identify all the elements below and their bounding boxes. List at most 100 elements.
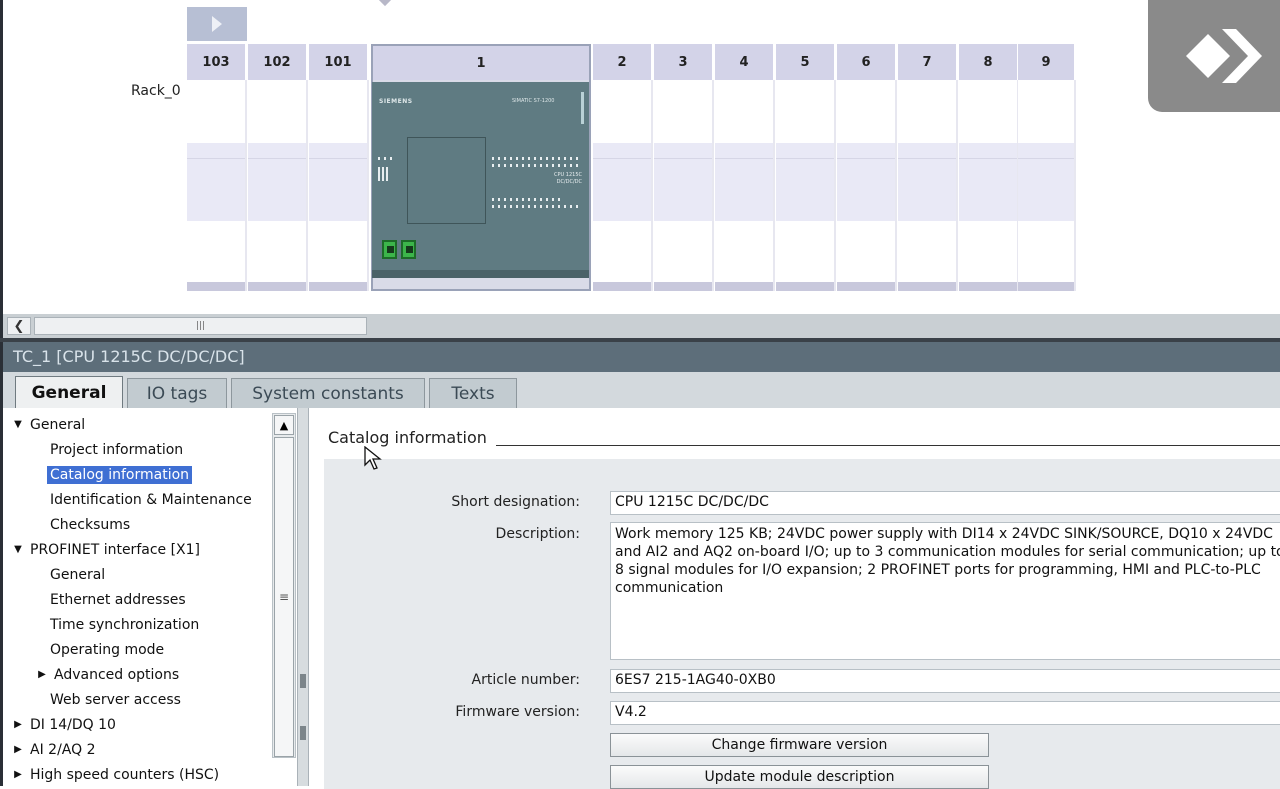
diamond-arrow-logo-icon [1185,29,1262,83]
slot-divider [1018,158,1074,159]
collapsed-triangle-icon[interactable]: ▶ [9,769,27,780]
short-designation-field[interactable]: CPU 1215C DC/DC/DC [610,491,1280,515]
tree-item-general[interactable]: ▼ General [9,412,88,437]
tree-item-label: Checksums [50,516,131,533]
tree-item-operating-mode[interactable]: Operating mode [33,637,167,662]
slot-band [187,143,245,221]
tree-item-time-synchronization[interactable]: Time synchronization [33,612,202,637]
splitter-knob-left-icon[interactable] [300,674,306,688]
rack-slot-102[interactable] [248,80,308,291]
chevron-left-icon: ❮ [13,318,25,334]
rack-slot-8[interactable] [959,80,1019,291]
slot-header-4: 4 [715,44,775,80]
tree-item-project-information[interactable]: Project information [33,437,186,462]
rack-slot-9[interactable] [1018,80,1076,291]
play-arrow-icon [212,16,222,32]
rack-slot-2[interactable] [593,80,653,291]
tree-scroll-thumb[interactable]: ≡ [274,437,294,757]
cpu-door [407,137,486,224]
hscroll-thumb[interactable]: ||| [34,317,367,335]
tree-item-ai-2-aq-2[interactable]: ▶ AI 2/AQ 2 [9,737,99,762]
expand-rack-button[interactable] [187,7,247,41]
splitter-knob-right-icon[interactable] [300,726,306,740]
rack-slot-103[interactable] [187,80,247,291]
collapsed-triangle-icon[interactable]: ▶ [9,719,27,730]
device-view[interactable]: Rack_0 103 102 101 2 3 4 5 6 7 8 9 1 SIEMENS SIMAT… [0,0,1280,314]
collapsed-triangle-icon[interactable]: ▶ [33,669,51,680]
slot-divider [715,158,773,159]
rack-slot-5[interactable] [776,80,836,291]
slot-foot [1018,282,1074,291]
slot-divider [776,158,834,159]
slot-foot [248,282,306,291]
slot-foot [593,282,651,291]
tree-item-label: Catalog information [47,465,193,484]
tree-item-checksums[interactable]: Checksums [33,512,133,537]
tab-general[interactable]: General [15,376,123,408]
slot-divider [654,158,712,159]
slot-band [898,143,956,221]
tab-io-tags[interactable]: IO tags [127,378,227,408]
tree-item-label: PROFINET interface [X1] [30,541,201,558]
tab-system-constants[interactable]: System constants [231,378,425,408]
slot-header-103: 103 [187,44,247,80]
tree-item-label: Time synchronization [50,616,200,633]
rack-slot-4[interactable] [715,80,775,291]
slot-foot [837,282,895,291]
slot-band [837,143,895,221]
inspector-tabbar: General IO tags System constants Texts [0,372,1280,408]
slot-header-2: 2 [593,44,653,80]
tree-item-ethernet-addresses[interactable]: Ethernet addresses [33,587,189,612]
firmware-version-field[interactable]: V4.2 [610,701,1280,725]
rack-slot-7[interactable] [898,80,958,291]
tree-item-label: Web server access [50,691,181,708]
slot-header-5: 5 [776,44,836,80]
article-number-field[interactable]: 6ES7 215-1AG40-0XB0 [610,669,1280,693]
rack-slot-3[interactable] [654,80,714,291]
scroll-up-button[interactable]: ▲ [274,415,294,435]
tree-item-identification-maintenance[interactable]: Identification & Maintenance [33,487,255,512]
description-field[interactable]: Work memory 125 KB; 24VDC power supply w… [610,522,1280,660]
slot-band [959,143,1017,221]
tree-item-label: General [50,566,106,583]
tree-item-high-speed-counters-hsc[interactable]: ▶ High speed counters (HSC) [9,762,222,787]
collapsed-triangle-icon[interactable]: ▶ [9,744,27,755]
rack-slot-101[interactable] [309,80,369,291]
tree-item-profinet-interface-x1[interactable]: ▼ PROFINET interface [X1] [9,537,203,562]
slot-band [309,143,367,221]
expanded-triangle-icon[interactable]: ▼ [9,419,27,430]
update-module-description-button[interactable]: Update module description [610,765,989,789]
tree-item-web-server-access[interactable]: Web server access [33,687,184,712]
tree-item-label: High speed counters (HSC) [30,766,220,783]
rack-slot-6[interactable] [837,80,897,291]
tree-item-label: DI 14/DQ 10 [30,716,116,733]
rack-label: Rack_0 [131,83,181,99]
grip-icon: ||| [195,321,206,331]
tree-vscrollbar[interactable]: ▲ ≡ [272,413,296,758]
slot-foot [715,282,773,291]
chevron-up-icon: ▲ [279,418,289,432]
tree-content-splitter[interactable] [297,408,309,786]
slot-foot [898,282,956,291]
catalog-information-panel: Catalog information Short designation: C… [309,408,1280,789]
slot-foot [309,282,367,291]
tree-item-catalog-information[interactable]: Catalog information [33,462,193,487]
cpu-module[interactable]: SIEMENS SIMATIC S7-1200 CPU 1215C DC/DC/… [372,82,589,278]
change-firmware-version-button[interactable]: Change firmware version [610,733,989,757]
tree-item-advanced-options[interactable]: ▶ Advanced options [33,662,182,687]
slot-header-1: 1 [373,46,589,80]
device-view-hscrollbar[interactable]: ❮ ||| [0,314,1280,338]
tab-texts[interactable]: Texts [429,378,517,408]
tree-item-di-14-dq-10[interactable]: ▶ DI 14/DQ 10 [9,712,119,737]
tree-item-general[interactable]: General [33,562,108,587]
cpu-label-line2: DC/DC/DC [556,179,582,185]
ethernet-port-2[interactable] [401,240,416,259]
scroll-left-button[interactable]: ❮ [7,317,31,335]
cpu-bottom-strip [372,270,589,278]
section-title: Catalog information [328,428,495,447]
expanded-triangle-icon[interactable]: ▼ [9,544,27,555]
tree-item-label: Project information [50,441,184,458]
cpu-status-stripe [581,92,584,124]
slot-divider [593,158,651,159]
ethernet-port-1[interactable] [382,240,397,259]
